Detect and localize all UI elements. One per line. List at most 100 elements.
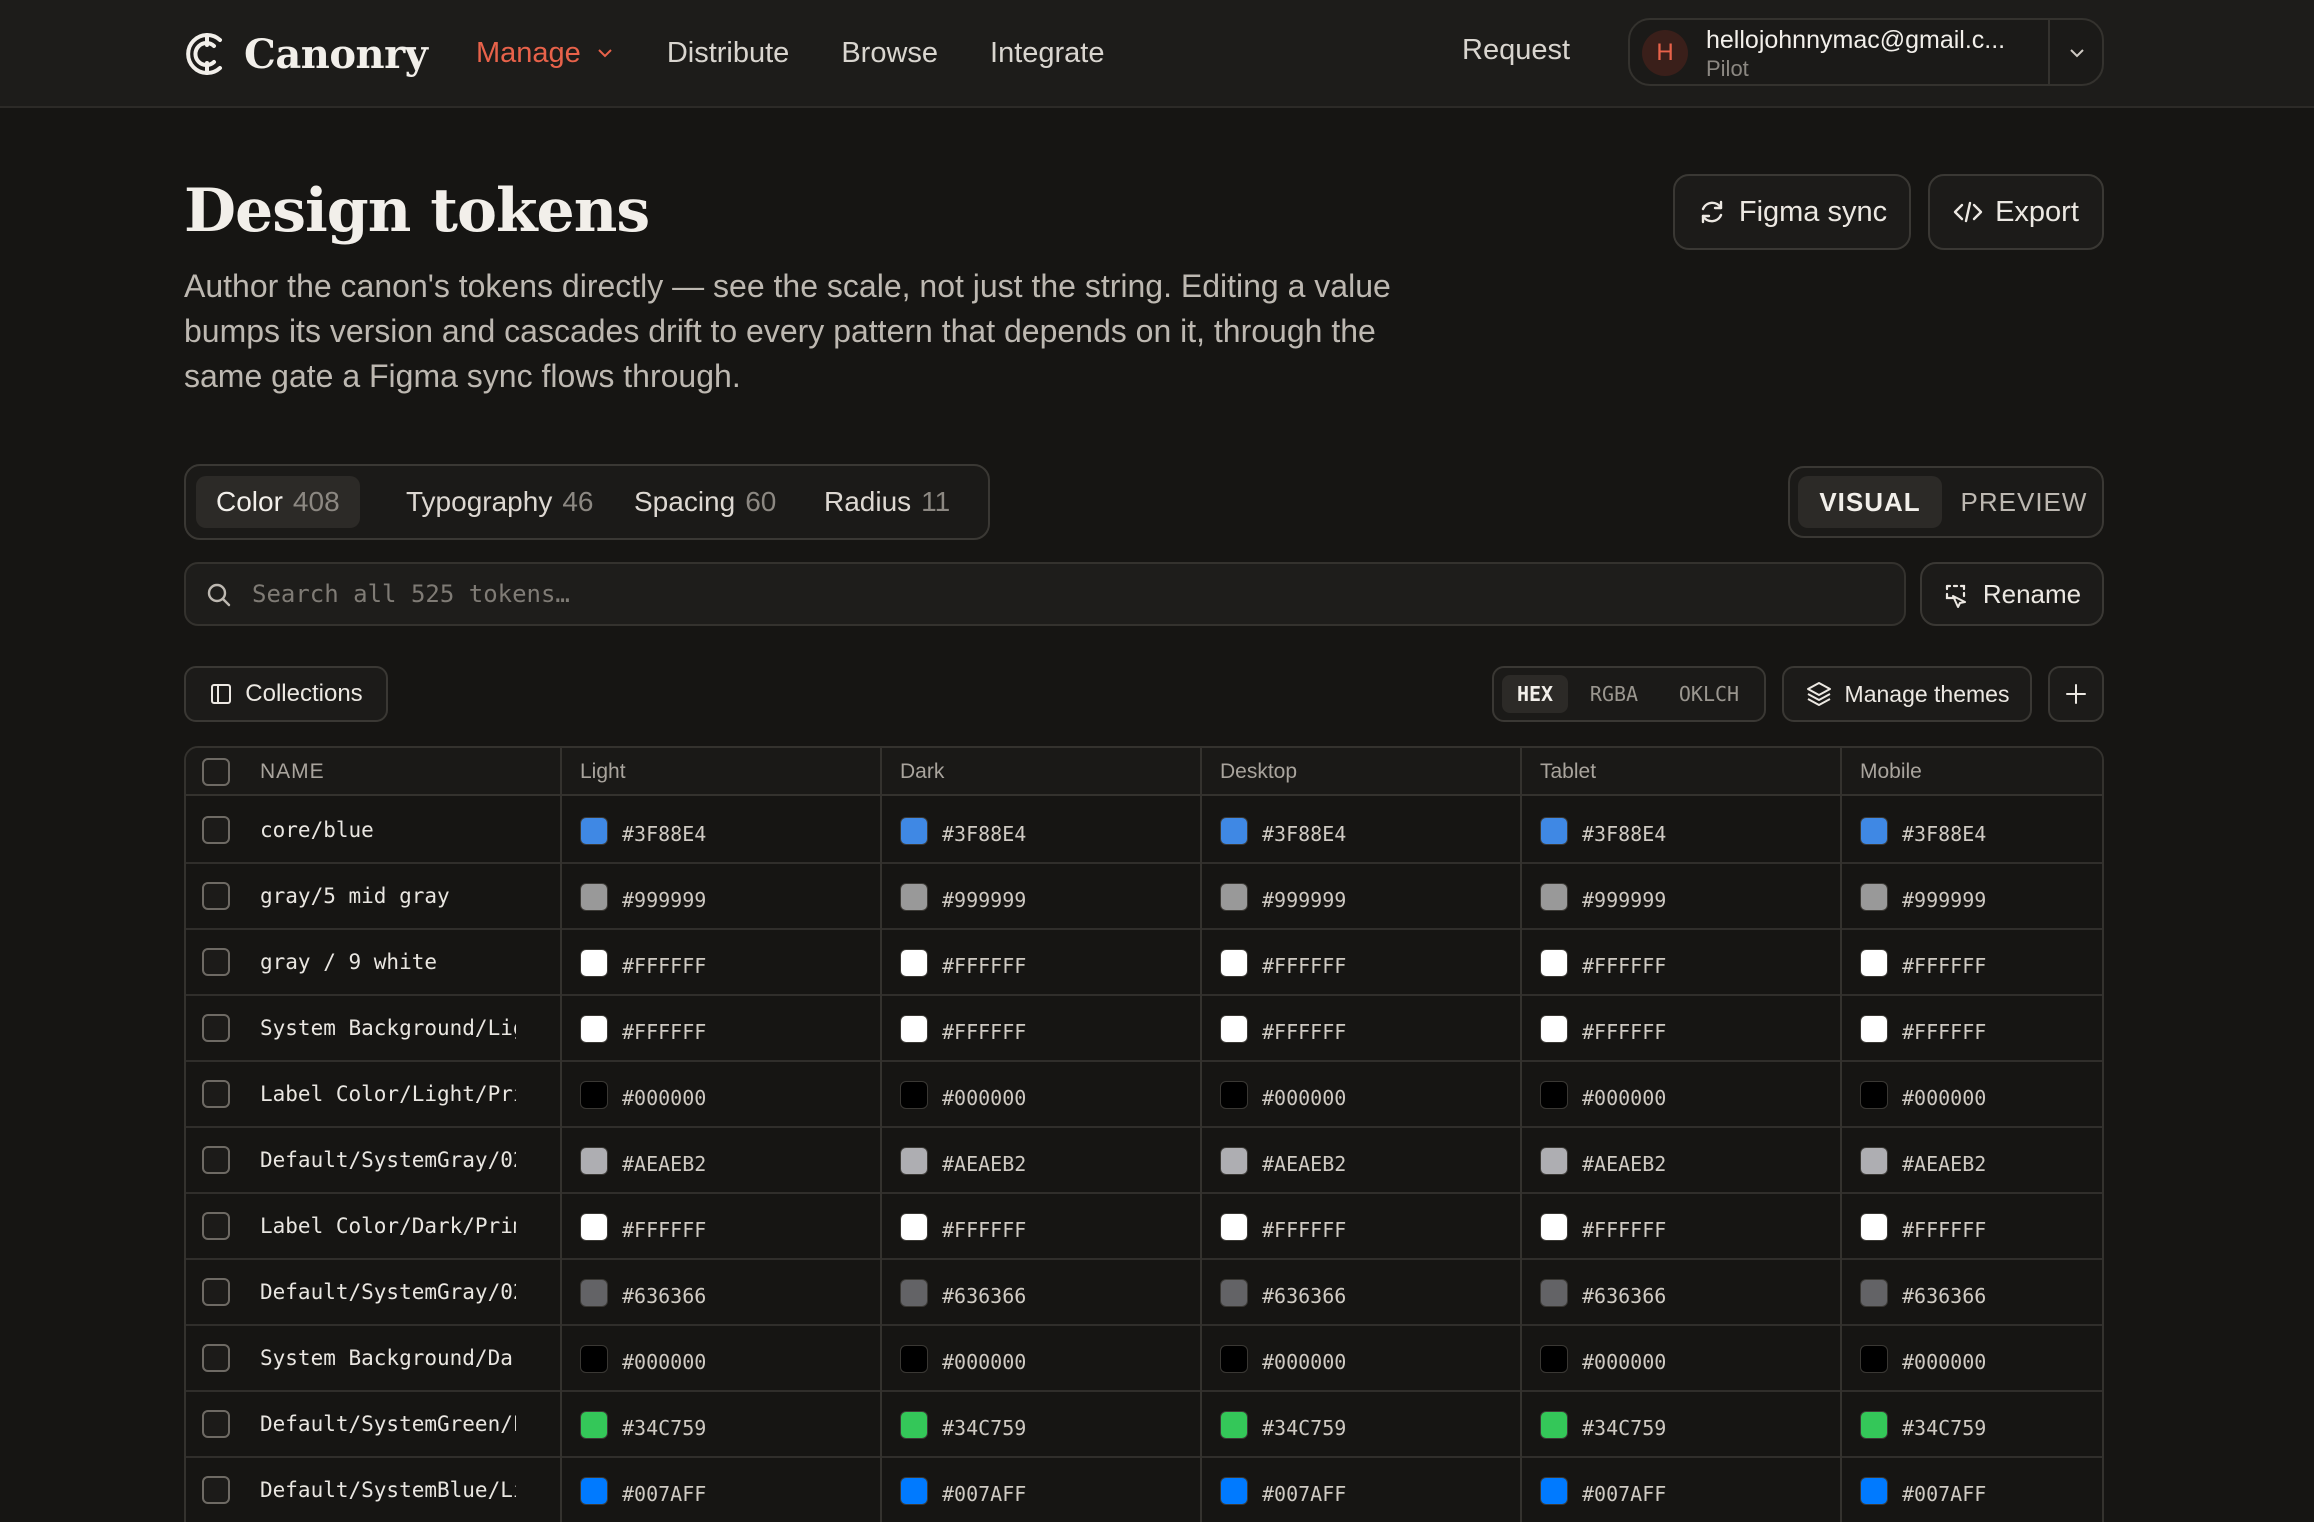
color-swatch[interactable] [1540,949,1568,977]
color-swatch[interactable] [580,1081,608,1109]
tab-spacing[interactable]: Spacing 60 [614,476,796,528]
token-value-desktop[interactable]: #636366 [1220,1278,1346,1308]
column-header-desktop[interactable]: Desktop [1220,760,1297,784]
tab-color[interactable]: Color 408 [196,476,360,528]
search-input[interactable] [252,576,1872,612]
figma-sync-button[interactable]: Figma sync [1673,174,1911,250]
color-swatch[interactable] [1860,1411,1888,1439]
brand-logo[interactable]: Canonry [184,26,428,82]
nav-item-manage[interactable]: Manage [476,37,615,70]
token-value-tablet[interactable]: #000000 [1540,1344,1666,1374]
visual-toggle[interactable]: VISUAL [1798,476,1942,528]
token-value-light[interactable]: #34C759 [580,1410,706,1440]
token-value-desktop[interactable]: #34C759 [1220,1410,1346,1440]
color-swatch[interactable] [1540,1345,1568,1373]
token-value-light[interactable]: #000000 [580,1080,706,1110]
token-value-dark[interactable]: #3F88E4 [900,816,1026,846]
token-value-tablet[interactable]: #999999 [1540,882,1666,912]
token-value-desktop[interactable]: #FFFFFF [1220,1212,1346,1242]
token-value-light[interactable]: #FFFFFF [580,1212,706,1242]
color-swatch[interactable] [1860,817,1888,845]
color-swatch[interactable] [900,1081,928,1109]
color-swatch[interactable] [1540,1477,1568,1505]
manage-themes-button[interactable]: Manage themes [1782,666,2032,722]
token-value-desktop[interactable]: #999999 [1220,882,1346,912]
token-value-light[interactable]: #FFFFFF [580,1014,706,1044]
token-value-light[interactable]: #FFFFFF [580,948,706,978]
token-value-desktop[interactable]: #FFFFFF [1220,948,1346,978]
token-value-desktop[interactable]: #000000 [1220,1080,1346,1110]
color-swatch[interactable] [900,1147,928,1175]
row-checkbox[interactable] [202,1212,230,1240]
color-swatch[interactable] [1220,1411,1248,1439]
color-swatch[interactable] [1220,1279,1248,1307]
color-swatch[interactable] [1860,1345,1888,1373]
color-swatch[interactable] [1220,1015,1248,1043]
color-swatch[interactable] [580,1213,608,1241]
table-row[interactable]: System Background/Dark #000000 #000000 #000… [186,1326,2102,1392]
format-rgba[interactable]: RGBA [1574,675,1654,713]
token-name[interactable]: Default/SystemBlue/Light [260,1478,516,1502]
token-value-dark[interactable]: #636366 [900,1278,1026,1308]
token-name[interactable]: System Background/Light [260,1016,516,1040]
token-value-desktop[interactable]: #FFFFFF [1220,1014,1346,1044]
column-header-dark[interactable]: Dark [900,760,944,784]
column-header-tablet[interactable]: Tablet [1540,760,1596,784]
color-swatch[interactable] [900,1477,928,1505]
column-header-light[interactable]: Light [580,760,626,784]
color-swatch[interactable] [580,1477,608,1505]
token-value-mobile[interactable]: #34C759 [1860,1410,1986,1440]
color-swatch[interactable] [1540,1147,1568,1175]
token-value-tablet[interactable]: #FFFFFF [1540,948,1666,978]
color-swatch[interactable] [1220,949,1248,977]
color-swatch[interactable] [900,949,928,977]
color-swatch[interactable] [1540,817,1568,845]
token-value-tablet[interactable]: #AEAEB2 [1540,1146,1666,1176]
nav-item-browse[interactable]: Browse [841,37,938,70]
color-swatch[interactable] [1220,883,1248,911]
token-value-light[interactable]: #000000 [580,1344,706,1374]
row-checkbox[interactable] [202,1146,230,1174]
rename-button[interactable]: Rename [1920,562,2104,626]
color-swatch[interactable] [1860,1213,1888,1241]
token-value-mobile[interactable]: #FFFFFF [1860,948,1986,978]
color-swatch[interactable] [580,1279,608,1307]
token-value-mobile[interactable]: #FFFFFF [1860,1014,1986,1044]
format-oklch[interactable]: OKLCH [1660,675,1758,713]
row-checkbox[interactable] [202,948,230,976]
color-swatch[interactable] [580,1015,608,1043]
token-name[interactable]: Default/SystemGreen/Light [260,1412,516,1436]
color-swatch[interactable] [580,1345,608,1373]
token-value-dark[interactable]: #FFFFFF [900,948,1026,978]
token-value-light[interactable]: #AEAEB2 [580,1146,706,1176]
token-name[interactable]: core/blue [260,818,516,842]
color-swatch[interactable] [580,949,608,977]
row-checkbox[interactable] [202,1344,230,1372]
table-row[interactable]: Default/SystemBlue/Light #007AFF #007AFF #0… [186,1458,2102,1522]
color-swatch[interactable] [1860,1477,1888,1505]
token-name[interactable]: gray/5 mid gray [260,884,516,908]
token-value-desktop[interactable]: #007AFF [1220,1476,1346,1506]
token-name[interactable]: gray / 9 white [260,950,516,974]
token-value-light[interactable]: #007AFF [580,1476,706,1506]
row-checkbox[interactable] [202,1476,230,1504]
format-hex[interactable]: HEX [1502,675,1568,713]
token-value-dark[interactable]: #999999 [900,882,1026,912]
color-swatch[interactable] [1220,1477,1248,1505]
chevron-down-icon[interactable] [2066,42,2088,64]
color-swatch[interactable] [900,1345,928,1373]
color-swatch[interactable] [1540,1081,1568,1109]
token-value-dark[interactable]: #000000 [900,1344,1026,1374]
color-swatch[interactable] [1860,1081,1888,1109]
color-swatch[interactable] [1860,883,1888,911]
table-row[interactable]: Default/SystemGray/02 #636366 #636366 #6363… [186,1260,2102,1326]
token-value-mobile[interactable]: #999999 [1860,882,1986,912]
token-value-mobile[interactable]: #000000 [1860,1080,1986,1110]
tab-typography[interactable]: Typography 46 [386,476,613,528]
color-swatch[interactable] [1220,1081,1248,1109]
column-header-name[interactable]: NAME [260,760,325,784]
color-swatch[interactable] [1220,1147,1248,1175]
token-value-light[interactable]: #636366 [580,1278,706,1308]
table-row[interactable]: Label Color/Dark/Primary #FFFFFF #FFFFFF #F… [186,1194,2102,1260]
color-swatch[interactable] [900,1015,928,1043]
